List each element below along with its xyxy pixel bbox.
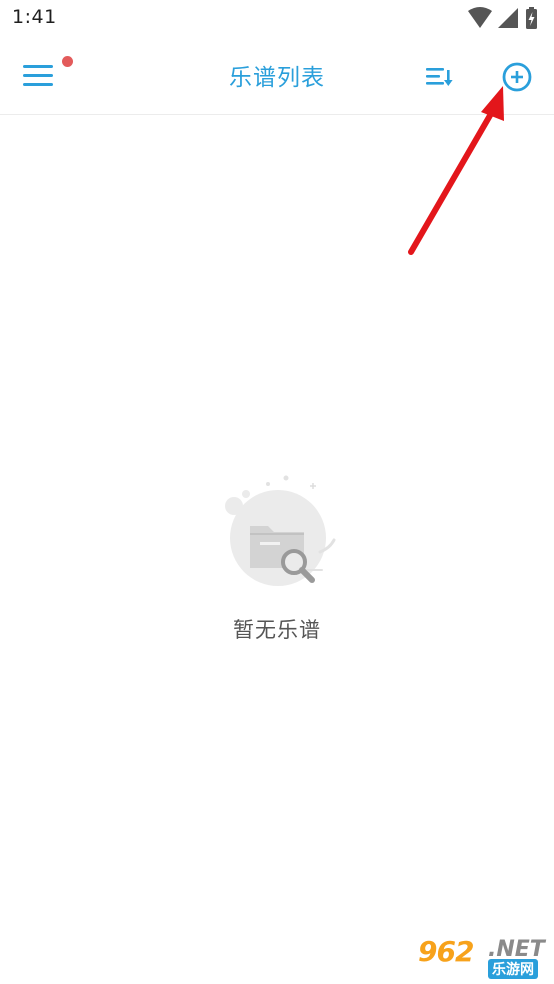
wifi-icon xyxy=(468,7,492,28)
add-button[interactable] xyxy=(498,58,536,96)
status-bar: 1:41 xyxy=(0,0,554,38)
signal-icon xyxy=(498,8,518,28)
sort-button[interactable] xyxy=(420,60,456,94)
empty-folder-search-icon xyxy=(212,470,342,600)
watermark-number: 962 xyxy=(418,935,474,968)
empty-state-message: 暂无乐谱 xyxy=(233,618,321,642)
status-icons xyxy=(464,6,544,30)
watermark-logo: 962 .NET 乐游网 xyxy=(412,933,552,981)
status-time: 1:41 xyxy=(12,6,57,28)
battery-charging-icon xyxy=(526,7,537,29)
watermark-site: 乐游网 xyxy=(488,959,538,979)
sort-list-icon xyxy=(426,68,453,86)
add-circle-icon xyxy=(502,62,532,92)
page-title: 乐谱列表 xyxy=(229,65,325,91)
app-toolbar: 乐谱列表 xyxy=(0,38,554,115)
